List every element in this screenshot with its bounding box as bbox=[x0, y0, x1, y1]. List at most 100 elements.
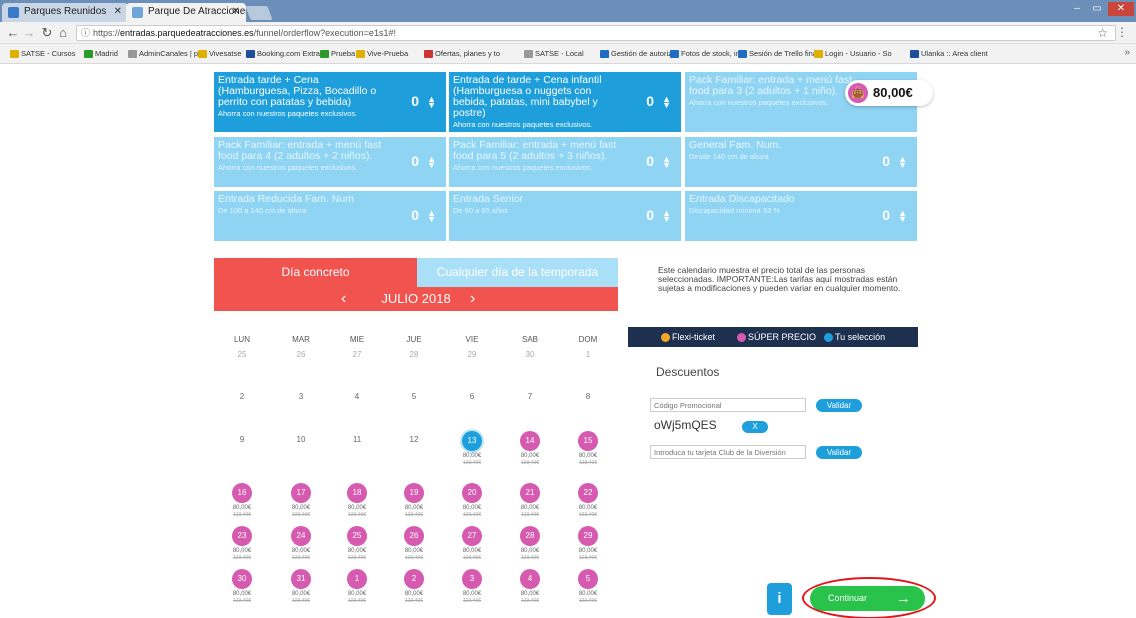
calendar-day-priced[interactable]: 19 80,00€ 123,40€ bbox=[394, 483, 434, 518]
quantity-selector[interactable]: 0 ▲ ▼ bbox=[411, 154, 436, 170]
up-down-arrows-icon[interactable]: ▲ ▼ bbox=[427, 209, 436, 224]
tab-dia-concreto[interactable]: Día concreto bbox=[214, 258, 417, 287]
forward-icon[interactable]: → bbox=[22, 25, 36, 41]
bookmark-label: SATSE - Cursos bbox=[21, 49, 76, 58]
day-number: 12 bbox=[409, 435, 419, 444]
up-down-arrows-icon[interactable]: ▲ ▼ bbox=[662, 95, 671, 110]
up-down-arrows-icon[interactable]: ▲ ▼ bbox=[898, 209, 907, 224]
total-price-badge[interactable]: 👜 80,00€ bbox=[845, 80, 933, 106]
calendar-day-priced[interactable]: 4 80,00€ 123,40€ bbox=[510, 569, 550, 604]
bookmark-item[interactable]: Ofertas, planes y to bbox=[424, 48, 500, 60]
calendar-day-priced[interactable]: 29 80,00€ 123,40€ bbox=[568, 526, 608, 561]
quantity-selector[interactable]: 0 ▲ ▼ bbox=[646, 94, 671, 110]
tab-close-icon[interactable]: ✕ bbox=[114, 3, 122, 21]
calendar-day-priced[interactable]: 20 80,00€ 123,40€ bbox=[452, 483, 492, 518]
up-down-arrows-icon[interactable]: ▲ ▼ bbox=[427, 95, 436, 110]
day-number: 25 bbox=[237, 350, 247, 359]
up-down-arrows-icon[interactable]: ▲ ▼ bbox=[427, 155, 436, 170]
up-down-arrows-icon[interactable]: ▲ ▼ bbox=[662, 209, 671, 224]
calendar-day-priced[interactable]: 25 80,00€ 123,40€ bbox=[337, 526, 377, 561]
tab-close-icon[interactable]: ✕ bbox=[232, 3, 240, 21]
bookmark-item[interactable]: Vivesatse bbox=[198, 48, 241, 60]
calendar-day-priced[interactable]: 30 80,00€ 123,40€ bbox=[222, 569, 262, 604]
calendar-day-priced[interactable]: 17 80,00€ 123,40€ bbox=[281, 483, 321, 518]
club-card-input[interactable] bbox=[650, 445, 806, 459]
bookmark-label: Login - Usuario - So bbox=[825, 49, 892, 58]
up-down-arrows-icon[interactable]: ▲ ▼ bbox=[898, 155, 907, 170]
bookmark-star-icon[interactable]: ☆ bbox=[1097, 26, 1108, 40]
bookmarks-bar: SATSE - Cursos Madrid AdminCanales | pop Vi… bbox=[0, 44, 1136, 64]
quantity-selector[interactable]: 0 ▲ ▼ bbox=[646, 154, 671, 170]
calendar-day-priced[interactable]: 24 80,00€ 123,40€ bbox=[281, 526, 321, 561]
bookmark-item[interactable]: Vive-Prueba bbox=[356, 48, 408, 60]
calendar-day-priced[interactable]: 27 80,00€ 123,40€ bbox=[452, 526, 492, 561]
back-icon[interactable]: ← bbox=[6, 25, 20, 41]
remove-code-button[interactable]: X bbox=[742, 421, 768, 433]
bookmark-item[interactable]: SATSE - Local bbox=[524, 48, 584, 60]
quantity-selector[interactable]: 0 ▲ ▼ bbox=[882, 154, 907, 170]
calendar-day-priced[interactable]: 26 80,00€ 123,40€ bbox=[394, 526, 434, 561]
url-prefix: https:// bbox=[93, 28, 121, 38]
chevron-left-icon[interactable]: ‹ bbox=[341, 287, 346, 311]
validate-club-button[interactable]: Validar bbox=[816, 446, 862, 459]
calendar-day-priced[interactable]: 13 80,00€ 123,40€ bbox=[452, 431, 492, 466]
info-button[interactable]: i bbox=[767, 583, 792, 615]
minimize-icon[interactable]: – bbox=[1068, 2, 1086, 16]
up-down-arrows-icon[interactable]: ▲ ▼ bbox=[662, 155, 671, 170]
bookmark-item[interactable]: Prueba bbox=[320, 48, 355, 60]
bookmark-item[interactable]: AdminCanales | pop bbox=[128, 48, 206, 60]
bookmark-item[interactable]: Madrid bbox=[84, 48, 118, 60]
calendar-day-priced[interactable]: 14 80,00€ 123,40€ bbox=[510, 431, 550, 466]
info-icon[interactable]: ⓘ bbox=[81, 26, 90, 40]
quantity-selector[interactable]: 0 ▲ ▼ bbox=[882, 208, 907, 224]
bookmark-item[interactable]: SATSE - Cursos bbox=[10, 48, 75, 60]
close-window-icon[interactable]: ✕ bbox=[1108, 2, 1134, 16]
legend-item: Flexi-ticket bbox=[661, 327, 715, 347]
calendar-day-priced[interactable]: 23 80,00€ 123,40€ bbox=[222, 526, 262, 561]
calendar-day-priced[interactable]: 3 80,00€ 123,40€ bbox=[452, 569, 492, 604]
calendar-day-priced[interactable]: 31 80,00€ 123,40€ bbox=[281, 569, 321, 604]
bookmark-item[interactable]: Login - Usuario - So bbox=[814, 48, 892, 60]
bookmark-item[interactable]: Ulanka :: Area client bbox=[910, 48, 988, 60]
new-tab-button[interactable] bbox=[245, 6, 273, 20]
browser-menu-icon[interactable]: ⋮ bbox=[1116, 25, 1128, 39]
day-price: 80,00€ bbox=[462, 453, 482, 459]
tab-cualquier-dia[interactable]: Cualquier día de la temporada bbox=[417, 258, 618, 287]
day-number: 8 bbox=[585, 392, 591, 401]
promo-code-input[interactable] bbox=[650, 398, 806, 412]
calendar-day-priced[interactable]: 2 80,00€ 123,40€ bbox=[394, 569, 434, 604]
browser-tab-parques-reunidos[interactable]: Parques Reunidos ✕ bbox=[2, 3, 128, 22]
maximize-icon[interactable]: ▭ bbox=[1088, 2, 1106, 16]
quantity-selector[interactable]: 0 ▲ ▼ bbox=[646, 208, 671, 224]
browser-tab-parque-atracciones[interactable]: Parque De Atracciones d ✕ bbox=[126, 3, 246, 22]
calendar-day-priced[interactable]: 28 80,00€ 123,40€ bbox=[510, 526, 550, 561]
url-field[interactable]: ⓘ https://entradas.parquedeatracciones.e… bbox=[76, 25, 1116, 41]
legend-label: SÚPER PRECIO bbox=[748, 332, 817, 342]
bookmark-label: Vive-Prueba bbox=[367, 49, 409, 58]
weekday-header: DOM bbox=[578, 335, 598, 344]
continue-button[interactable]: Continuar → bbox=[810, 586, 925, 611]
calendar-day-priced[interactable]: 16 80,00€ 123,40€ bbox=[222, 483, 262, 518]
home-icon[interactable]: ⌂ bbox=[56, 25, 70, 41]
quantity-selector[interactable]: 0 ▲ ▼ bbox=[411, 94, 436, 110]
chevron-right-icon[interactable]: › bbox=[470, 287, 475, 311]
ticket-title: Entrada de tarde + Cena infantil (Hambur… bbox=[453, 74, 602, 119]
ticket-subtitle: Ahorra con nuestros paquetes exclusivos. bbox=[453, 163, 593, 172]
calendar-day-priced[interactable]: 21 80,00€ 123,40€ bbox=[510, 483, 550, 518]
more-bookmarks-icon[interactable]: » bbox=[1124, 47, 1130, 58]
quantity-selector[interactable]: 0 ▲ ▼ bbox=[411, 208, 436, 224]
legend-item: Tu selección bbox=[824, 327, 885, 347]
reload-icon[interactable]: ↻ bbox=[40, 25, 54, 41]
bookmark-item[interactable]: Booking.com Extran bbox=[246, 48, 324, 60]
calendar-day-priced[interactable]: 15 80,00€ 123,40€ bbox=[568, 431, 608, 466]
bookmark-item[interactable]: Gestión de autoriza bbox=[600, 48, 676, 60]
calendar-day-priced[interactable]: 1 80,00€ 123,40€ bbox=[337, 569, 377, 604]
ticket-subtitle: Desde 140 cm de altura bbox=[689, 152, 769, 161]
calendar-day-priced[interactable]: 5 80,00€ 123,40€ bbox=[568, 569, 608, 604]
validate-promo-button[interactable]: Validar bbox=[816, 399, 862, 412]
calendar-day-priced[interactable]: 22 80,00€ 123,40€ bbox=[568, 483, 608, 518]
bookmark-item[interactable]: Fotos de stock, imá bbox=[670, 48, 746, 60]
calendar-day-priced[interactable]: 18 80,00€ 123,40€ bbox=[337, 483, 377, 518]
bookmark-label: Ulanka :: Area client bbox=[921, 49, 988, 58]
bookmark-item[interactable]: Sesión de Trello fina bbox=[738, 48, 817, 60]
